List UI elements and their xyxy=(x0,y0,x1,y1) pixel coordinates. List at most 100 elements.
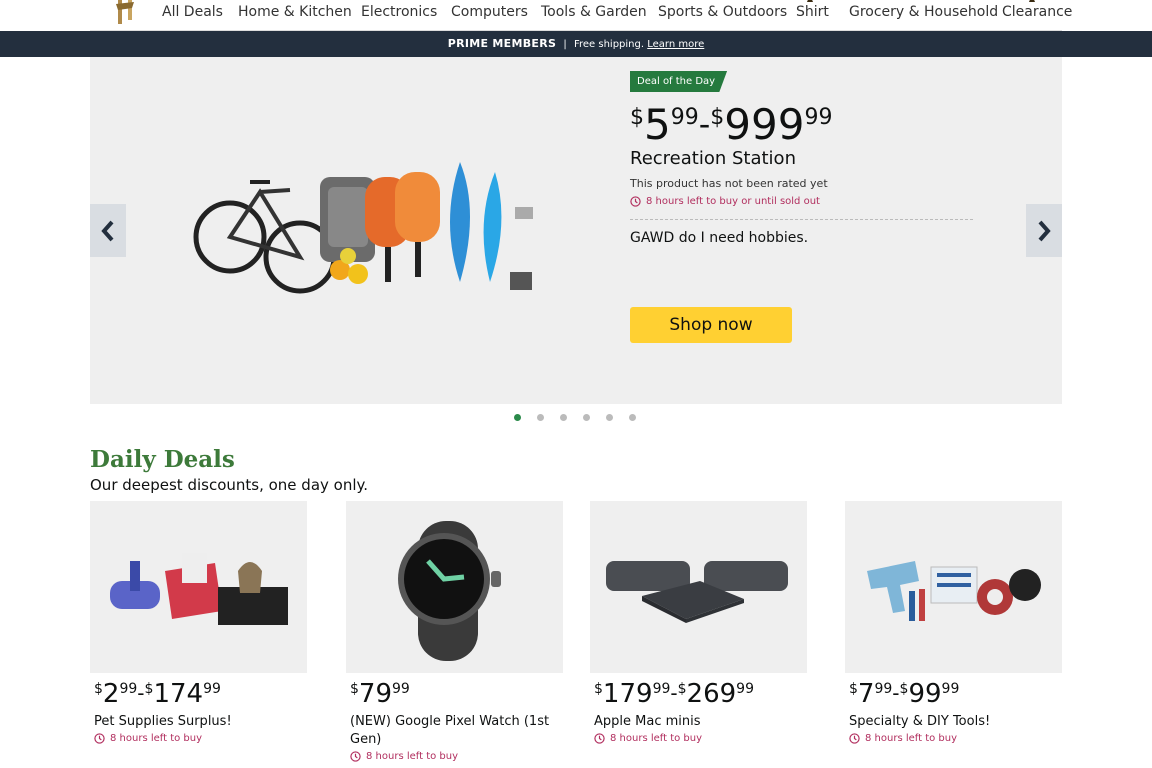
pixel-watch-image xyxy=(398,521,501,661)
recreation-products-image xyxy=(193,162,533,294)
deal-of-the-day-badge: Deal of the Day xyxy=(630,71,728,92)
nav-tools-garden[interactable]: Tools & Garden xyxy=(541,4,647,20)
deal-card[interactable]: $299-$17499 Pet Supplies Surplus! 8 hour… xyxy=(90,501,307,744)
deal-title[interactable]: (NEW) Google Pixel Watch (1st Gen) xyxy=(350,713,563,749)
top-nav: All Deals Home & Kitchen Electronics Com… xyxy=(0,0,1152,31)
hero-rating-text: This product has not been rated yet xyxy=(630,177,828,190)
carousel-next-button[interactable] xyxy=(1026,204,1062,257)
mac-mini-image xyxy=(606,561,788,623)
currency-symbol: $ xyxy=(144,681,154,697)
deal-time-text: 8 hours left to buy xyxy=(610,733,703,744)
currency-symbol: $ xyxy=(677,681,687,697)
hero-carousel: Deal of the Day $599-$99999 Recreation S… xyxy=(90,57,1062,404)
price-high-whole: 99 xyxy=(908,679,942,709)
carousel-dots xyxy=(514,414,636,421)
nav-shirt[interactable]: Shirt xyxy=(796,4,829,20)
hero-price: $599-$99999 xyxy=(630,101,832,149)
learn-more-link[interactable]: Learn more xyxy=(647,39,704,50)
price-low-fraction: 99 xyxy=(652,681,671,697)
carousel-prev-button[interactable] xyxy=(90,204,126,257)
currency-symbol: $ xyxy=(94,681,103,697)
prime-separator: | xyxy=(563,39,567,50)
deal-time-left: 8 hours left to buy xyxy=(849,733,1062,744)
price-low-fraction: 99 xyxy=(670,105,699,130)
carousel-dot[interactable] xyxy=(629,414,636,421)
deal-title[interactable]: Apple Mac minis xyxy=(594,713,807,731)
deal-price: $799-$9999 xyxy=(849,679,1062,709)
pet-supplies-image xyxy=(110,553,288,625)
hero-divider xyxy=(630,219,973,220)
deal-price: $17999-$26999 xyxy=(594,679,807,709)
deal-time-left: 8 hours left to buy xyxy=(350,751,563,762)
price-high-whole: 269 xyxy=(686,679,737,709)
price-range-dash: - xyxy=(892,681,900,705)
price-high-fraction: 99 xyxy=(203,681,221,697)
deal-card[interactable]: $17999-$26999 Apple Mac minis 8 hours le… xyxy=(590,501,807,744)
nav-sports-outdoors[interactable]: Sports & Outdoors xyxy=(658,4,787,20)
deal-price: $299-$17499 xyxy=(94,679,307,709)
deal-card[interactable]: $7999 (NEW) Google Pixel Watch (1st Gen)… xyxy=(346,501,563,762)
deal-image[interactable] xyxy=(590,501,807,673)
price-range-dash: - xyxy=(670,681,678,705)
deal-title[interactable]: Specialty & DIY Tools! xyxy=(849,713,1062,731)
price-high-fraction: 99 xyxy=(804,105,833,130)
price-high-fraction: 99 xyxy=(736,681,754,697)
hero-time-left: 8 hours left to buy or until sold out xyxy=(630,196,820,207)
nav-all-deals[interactable]: All Deals xyxy=(162,4,223,20)
nav-grocery-household[interactable]: Grocery & Household xyxy=(849,4,998,20)
deal-card[interactable]: $799-$9999 Specialty & DIY Tools! 8 hour… xyxy=(845,501,1062,744)
carousel-dot[interactable] xyxy=(606,414,613,421)
currency-symbol: $ xyxy=(899,681,909,697)
price-low-whole: 179 xyxy=(602,679,653,709)
currency-symbol: $ xyxy=(849,681,858,697)
prime-label: PRIME MEMBERS xyxy=(447,37,557,50)
carousel-dot[interactable] xyxy=(583,414,590,421)
currency-symbol: $ xyxy=(594,681,603,697)
deal-image[interactable] xyxy=(845,501,1062,673)
nav-clearance[interactable]: Clearance xyxy=(1002,4,1072,20)
deal-image[interactable] xyxy=(346,501,563,673)
deal-image[interactable] xyxy=(90,501,307,673)
deal-price: $7999 xyxy=(350,679,563,709)
currency-symbol: $ xyxy=(710,105,725,130)
price-low-whole: 2 xyxy=(102,679,120,709)
shop-now-button[interactable]: Shop now xyxy=(630,307,792,343)
logo-icon[interactable] xyxy=(108,0,148,30)
clock-icon xyxy=(94,733,105,744)
price-whole: 79 xyxy=(358,679,393,709)
hero-time-text: 8 hours left to buy or until sold out xyxy=(646,196,820,207)
price-low-whole: 5 xyxy=(644,100,671,149)
chevron-right-icon xyxy=(1038,220,1051,241)
clock-icon xyxy=(594,733,605,744)
deal-time-text: 8 hours left to buy xyxy=(366,751,459,762)
clock-icon xyxy=(350,751,361,762)
nav-electronics[interactable]: Electronics xyxy=(361,4,437,20)
price-low-whole: 7 xyxy=(857,679,875,709)
deal-time-text: 8 hours left to buy xyxy=(865,733,958,744)
deal-time-left: 8 hours left to buy xyxy=(594,733,807,744)
price-fraction: 99 xyxy=(392,681,410,697)
price-range-dash: - xyxy=(698,105,711,143)
hero-product-title[interactable]: Recreation Station xyxy=(630,148,796,169)
price-high-whole: 174 xyxy=(153,679,204,709)
price-high-fraction: 99 xyxy=(941,681,960,697)
carousel-dot[interactable] xyxy=(560,414,567,421)
diy-tools-image xyxy=(867,561,1041,621)
nav-computers[interactable]: Computers xyxy=(451,4,528,20)
prime-banner: PRIME MEMBERS | Free shipping. Learn mor… xyxy=(0,31,1152,57)
nav-home-kitchen[interactable]: Home & Kitchen xyxy=(238,4,352,20)
carousel-dot[interactable] xyxy=(537,414,544,421)
daily-deals-heading: Daily Deals xyxy=(90,446,235,473)
currency-symbol: $ xyxy=(630,105,644,130)
price-range-dash: - xyxy=(137,681,145,705)
hero-description: GAWD do I need hobbies. xyxy=(630,230,809,246)
carousel-dot[interactable] xyxy=(514,414,521,421)
clock-icon xyxy=(849,733,860,744)
price-high-whole: 999 xyxy=(724,100,805,149)
deal-time-text: 8 hours left to buy xyxy=(110,733,203,744)
price-low-fraction: 99 xyxy=(874,681,893,697)
clock-icon xyxy=(630,196,641,207)
prime-text: Free shipping. xyxy=(573,39,645,50)
deal-title[interactable]: Pet Supplies Surplus! xyxy=(94,713,307,731)
currency-symbol: $ xyxy=(350,681,359,697)
